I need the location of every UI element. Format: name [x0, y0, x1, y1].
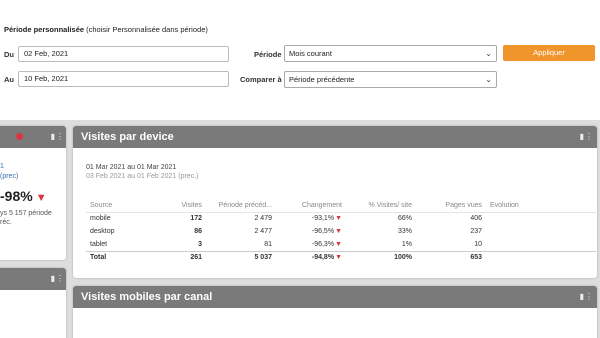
device-widget-header: Visites par device ▮ ⋮ — [73, 126, 597, 148]
row-change: -93,1%▼ — [276, 212, 346, 225]
col-visites[interactable]: Visites — [166, 199, 206, 213]
col-source[interactable]: Source — [86, 199, 166, 213]
down-triangle-icon: ▼ — [335, 254, 342, 262]
row-visites: 172 — [190, 215, 202, 223]
down-triangle-icon: ▼ — [32, 192, 47, 204]
row-pct: 33% — [397, 228, 412, 235]
date-to-input[interactable]: 10 Feb, 2021 — [18, 71, 229, 87]
row-evolution — [486, 225, 596, 238]
du-label: Du — [4, 50, 14, 59]
left-widget-link1[interactable]: 1 — [0, 163, 4, 170]
date-from-input[interactable]: 02 Feb, 2021 — [18, 46, 229, 62]
mobile-widget: Visites mobiles par canal ▮ ⋮ — [73, 286, 597, 338]
left-widget-link2[interactable]: (prec) — [0, 173, 18, 180]
mobile-widget-header: Visites mobiles par canal ▮ ⋮ — [73, 286, 597, 308]
down-triangle-icon: ▼ — [335, 240, 342, 248]
row-evolution — [486, 212, 596, 225]
more-vertical-icon[interactable]: ⋮ — [56, 132, 64, 141]
col-pages[interactable]: Pages vues — [416, 199, 486, 213]
row-visites: 3 — [198, 240, 202, 248]
row-change-text: -93,1% — [311, 215, 335, 223]
periode-select[interactable]: Mois courant ⌄ — [284, 45, 497, 62]
left-widget-text1: ys 5 157 période — [0, 210, 52, 217]
total-change-text: -94,8% — [311, 254, 335, 262]
filter-title-bold: Période personnalisée — [4, 25, 85, 34]
total-visites: 261 — [166, 250, 206, 264]
col-change[interactable]: Changement — [276, 199, 346, 213]
row-previous: 2 479 — [254, 215, 272, 223]
row-evolution — [486, 238, 596, 251]
comment-icon[interactable]: ▮ — [580, 132, 584, 141]
comparer-label: Comparer à — [240, 75, 282, 84]
row-previous: 81 — [264, 240, 272, 248]
comparer-select[interactable]: Période précédente ⌄ — [284, 71, 497, 88]
filter-title: Période personnalisée (choisir Personnal… — [4, 25, 208, 34]
red-dot-icon — [16, 133, 23, 140]
total-pct: 100% — [346, 250, 416, 264]
comment-icon[interactable]: ▮ — [580, 292, 584, 301]
comparer-select-value: Période précédente — [289, 75, 355, 84]
row-change: -96,3%▼ — [276, 238, 346, 251]
total-change: -94,8%▼ — [276, 250, 346, 264]
row-change-text: -96,3% — [311, 240, 335, 248]
down-triangle-icon: ▼ — [335, 228, 342, 235]
row-change-text: -96,5% — [311, 228, 335, 235]
device-table: Source Visites Période précéd... Changem… — [86, 199, 596, 264]
total-evolution — [486, 250, 596, 264]
more-vertical-icon[interactable]: ⋮ — [56, 274, 64, 283]
row-pages: 237 — [470, 228, 482, 235]
app-frame: Période personnalisée (choisir Personnal… — [0, 0, 600, 338]
filter-panel: Période personnalisée (choisir Personnal… — [0, 18, 600, 120]
filter-title-hint: (choisir Personnalisée dans période) — [84, 25, 208, 34]
row-pct: 66% — [397, 215, 412, 223]
table-header-row: Source Visites Période précéd... Changem… — [86, 199, 596, 213]
row-source: mobile — [90, 215, 111, 223]
more-vertical-icon[interactable]: ⋮ — [585, 292, 593, 301]
more-vertical-icon[interactable]: ⋮ — [585, 132, 593, 141]
chevron-down-icon: ⌄ — [485, 49, 492, 58]
dashboard-area: ▮ ⋮ 1 (prec) -98% ▼ ys 5 157 période réc… — [0, 120, 600, 338]
device-widget: Visites par device ▮ ⋮ 01 Mar 2021 au 01… — [73, 126, 597, 278]
total-pages: 653 — [416, 250, 486, 264]
left-lower-widget: ▮ ⋮ — [0, 268, 66, 338]
total-source: Total — [86, 250, 166, 264]
table-row: tablet 3 81 -96,3%▼ 1% 10 — [86, 238, 596, 251]
previous-period: 03 Feb 2021 au 01 Feb 2021 (prec.) — [86, 173, 199, 180]
chevron-down-icon: ⌄ — [485, 75, 492, 84]
table-row: desktop 86 2 477 -96,5%▼ 33% 237 — [86, 225, 596, 238]
row-pages: 10 — [474, 240, 482, 248]
table-total-row: Total 261 5 037 -94,8%▼ 100% 653 — [86, 250, 596, 264]
row-previous: 2 477 — [254, 228, 272, 235]
left-widget-value: -98% ▼ — [0, 188, 47, 204]
row-visites: 86 — [194, 228, 202, 235]
current-period: 01 Mar 2021 au 01 Mar 2021 — [86, 164, 177, 171]
au-label: Au — [4, 75, 14, 84]
down-triangle-icon: ▼ — [335, 215, 342, 223]
left-widget-header: ▮ ⋮ — [0, 126, 66, 148]
left-widget-text2: réc. — [0, 219, 12, 226]
col-previous[interactable]: Période précéd... — [206, 199, 276, 213]
row-change: -96,5%▼ — [276, 225, 346, 238]
left-widget: ▮ ⋮ 1 (prec) -98% ▼ ys 5 157 période réc… — [0, 126, 66, 260]
col-evolution[interactable]: Evolution — [486, 199, 596, 213]
periode-label: Période — [254, 50, 282, 59]
left-widget-value-text: -98% — [0, 188, 33, 204]
mobile-widget-title: Visites mobiles par canal — [81, 291, 213, 303]
col-pct-visits[interactable]: % Visites/ site — [346, 199, 416, 213]
row-source: desktop — [90, 228, 115, 235]
row-pages: 406 — [470, 215, 482, 223]
device-widget-title: Visites par device — [81, 131, 174, 143]
table-row: mobile 172 2 479 -93,1%▼ 66% 406 — [86, 212, 596, 225]
left-lower-widget-header: ▮ ⋮ — [0, 268, 66, 290]
row-pct: 1% — [401, 240, 412, 248]
row-source: tablet — [90, 240, 108, 248]
periode-select-value: Mois courant — [289, 49, 332, 58]
total-previous: 5 037 — [206, 250, 276, 264]
apply-button[interactable]: Appliquer — [503, 45, 595, 61]
